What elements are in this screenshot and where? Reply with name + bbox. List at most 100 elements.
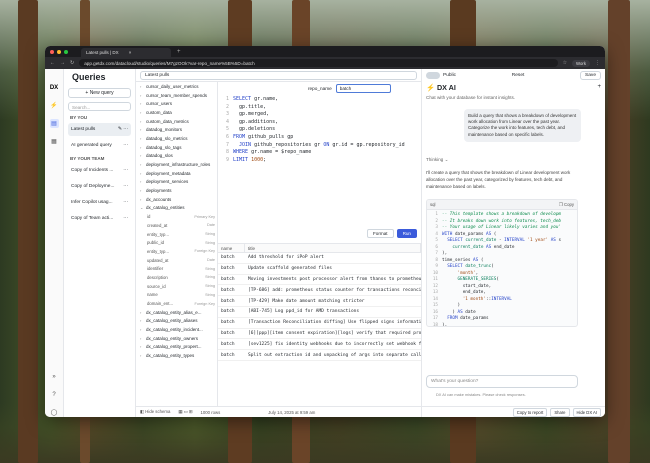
table-row[interactable]: batch [6][ppp][item consent expiration][l… xyxy=(218,329,421,340)
copy-to-report-button[interactable]: Copy to report xyxy=(512,407,548,417)
run-button[interactable]: Run xyxy=(396,229,417,238)
schema-column[interactable]: domain_ent... Foreign Key xyxy=(140,299,217,308)
extension-icon[interactable]: ☆ xyxy=(563,60,567,66)
maximize-dot[interactable] xyxy=(64,49,68,54)
table-row[interactable]: batch Add threshold for iPoP alert xyxy=(218,253,421,264)
schema-table[interactable]: › dx_catalog_entity_propert... xyxy=(140,343,217,352)
chart-icon[interactable]: ⚡ xyxy=(50,101,59,110)
user-icon[interactable]: ◯ xyxy=(50,408,59,417)
schema-column[interactable]: public_id String xyxy=(140,238,217,247)
help-icon[interactable]: ? xyxy=(50,390,59,399)
team-query-item[interactable]: Infer Copilot usag... ⋯ xyxy=(68,196,131,209)
address-field[interactable]: app.getdx.com/datacloud/studio/queries/M… xyxy=(79,59,558,67)
public-toggle[interactable] xyxy=(426,72,440,79)
grid-icon[interactable]: ▦ xyxy=(50,137,59,146)
sql-editor[interactable]: repo_name batch 1 SELECT gr.name, 2 gp.ti… xyxy=(218,82,421,242)
column-header-name[interactable]: name xyxy=(218,244,245,252)
more-icon[interactable]: ⋯ xyxy=(123,143,128,148)
schema-column[interactable]: description String xyxy=(140,273,217,282)
collapse-icon[interactable]: » xyxy=(50,372,59,381)
team-query-item[interactable]: Copy of Deployme... ⋯ xyxy=(68,180,131,193)
table-row[interactable]: batch [sev1225] fix identity webhooks due… xyxy=(218,339,421,351)
schema-column[interactable]: identifier String xyxy=(140,264,217,273)
schema-table[interactable]: › datadog_slo_tags xyxy=(140,143,217,152)
schema-table[interactable]: › datadog_slos xyxy=(140,152,217,161)
back-icon[interactable]: ← xyxy=(50,60,55,66)
schema-column[interactable]: entity_typ... String xyxy=(140,230,217,239)
new-chat-icon[interactable]: + xyxy=(597,84,601,90)
query-item-latest-pulls[interactable]: Latest pulls ✎ ⋯ xyxy=(68,123,131,136)
menu-icon[interactable]: ⋮ xyxy=(595,60,600,66)
more-icon[interactable]: ⋯ xyxy=(123,168,128,173)
minimize-dot[interactable] xyxy=(57,49,61,54)
schema-column[interactable]: created_at Date xyxy=(140,221,217,230)
studio-icon[interactable]: ▤ xyxy=(49,119,59,128)
ai-question-input[interactable]: What's your question? xyxy=(426,375,578,388)
query-item-ai-generated[interactable]: AI generated query ⋯ xyxy=(68,139,131,152)
share-button[interactable]: Share xyxy=(550,407,570,417)
schema-table[interactable]: › cursor_daily_user_metrics xyxy=(140,82,217,91)
schema-table[interactable]: › cursor_team_member_spends xyxy=(140,91,217,100)
schema-table[interactable]: › custom_data_metrics xyxy=(140,117,217,126)
profile-button[interactable]: Work xyxy=(572,59,590,67)
schema-table[interactable]: › dx_catalog_entity_alias_e... xyxy=(140,308,217,317)
hide-schema-button[interactable]: ◧ Hide schema xyxy=(140,409,170,415)
copy-button[interactable]: ❐ Copy xyxy=(559,202,574,208)
schema-table[interactable]: › deployment_services xyxy=(140,178,217,187)
schema-table-expanded[interactable]: ⌄ dx_catalog_entities xyxy=(140,204,217,213)
table-row[interactable]: batch [ABI-745] Log ppd_id for AMD transa… xyxy=(218,307,421,318)
hide-dx-ai-button[interactable]: Hide DX AI xyxy=(572,407,601,417)
schema-column[interactable]: id Primary Key xyxy=(140,212,217,221)
save-button[interactable]: Save xyxy=(580,71,601,80)
query-topbar: Latest pulls xyxy=(136,69,421,82)
more-icon[interactable]: ⋯ xyxy=(123,184,128,189)
schema-table[interactable]: › custom_data xyxy=(140,108,217,117)
thinking-toggle[interactable]: Thinking ⌄ xyxy=(426,157,449,163)
schema-table[interactable]: › dx_catalog_entity_types xyxy=(140,351,217,360)
schema-column[interactable]: source_id String xyxy=(140,282,217,291)
table-row[interactable]: batch [TP-686] add: prometheus status cou… xyxy=(218,285,421,297)
search-input[interactable]: Search... xyxy=(68,102,131,111)
parameter-value-input[interactable]: batch xyxy=(335,84,391,93)
more-icon[interactable]: ⋯ xyxy=(123,200,128,205)
schema-table[interactable]: › deployments xyxy=(140,186,217,195)
cell-title: [6][ppp][item consent expiration][logs] … xyxy=(248,330,421,336)
column-name: identifier xyxy=(147,266,164,272)
table-row[interactable]: batch [TP-429] Make date amount matching … xyxy=(218,296,421,307)
schema-table[interactable]: › dx_catalog_entity_incident... xyxy=(140,325,217,334)
team-query-item[interactable]: Copy of Team acti... ⋯ xyxy=(68,212,131,225)
schema-table[interactable]: › datadog_slo_metrics xyxy=(140,134,217,143)
schema-column[interactable]: name String xyxy=(140,291,217,300)
column-name: entity_typ... xyxy=(147,231,169,237)
schema-table[interactable]: › dx_catalog_entity_owners xyxy=(140,334,217,343)
schema-table[interactable]: › dx_accounts xyxy=(140,195,217,204)
column-type: String xyxy=(205,232,215,237)
forward-icon[interactable]: → xyxy=(60,60,65,66)
schema-table[interactable]: › deployment_infrastructure_roles xyxy=(140,160,217,169)
dx-logo-icon[interactable]: DX xyxy=(50,83,59,92)
format-button[interactable]: Format xyxy=(367,229,394,238)
table-row[interactable]: batch Moving investments post processor a… xyxy=(218,275,421,286)
schema-table[interactable]: › deployment_metadata xyxy=(140,169,217,178)
schema-table[interactable]: › cursor_users xyxy=(140,99,217,108)
tab-close-icon[interactable]: × xyxy=(129,50,132,55)
reset-button[interactable]: Reset xyxy=(508,72,529,79)
browser-tab[interactable]: Latest pulls | DX × xyxy=(81,48,171,57)
reload-icon[interactable]: ↻ xyxy=(70,60,74,66)
query-title-input[interactable]: Latest pulls xyxy=(140,70,417,80)
new-query-button[interactable]: + New query xyxy=(68,88,131,98)
schema-column[interactable]: updated_at Date xyxy=(140,256,217,265)
more-icon[interactable]: ✎ ⋯ xyxy=(118,127,128,132)
column-header-title[interactable]: title xyxy=(245,244,421,252)
schema-table[interactable]: › datadog_monitors xyxy=(140,125,217,134)
close-dot[interactable] xyxy=(50,49,54,54)
table-view-icon[interactable]: ▦ ▭ ⊞ xyxy=(178,409,192,415)
more-icon[interactable]: ⋯ xyxy=(123,216,128,221)
table-row[interactable]: batch Update scaffold generated files xyxy=(218,264,421,275)
schema-table[interactable]: › dx_catalog_entity_aliases xyxy=(140,317,217,326)
schema-column[interactable]: entity_typ... Foreign Key xyxy=(140,247,217,256)
table-row[interactable]: batch Split out extraction id and unpacki… xyxy=(218,350,421,361)
table-row[interactable]: batch [Transaction Reconciliation diffing… xyxy=(218,318,421,329)
team-query-item[interactable]: Copy of Incidents ... ⋯ xyxy=(68,164,131,177)
new-tab-icon[interactable]: + xyxy=(177,49,181,55)
